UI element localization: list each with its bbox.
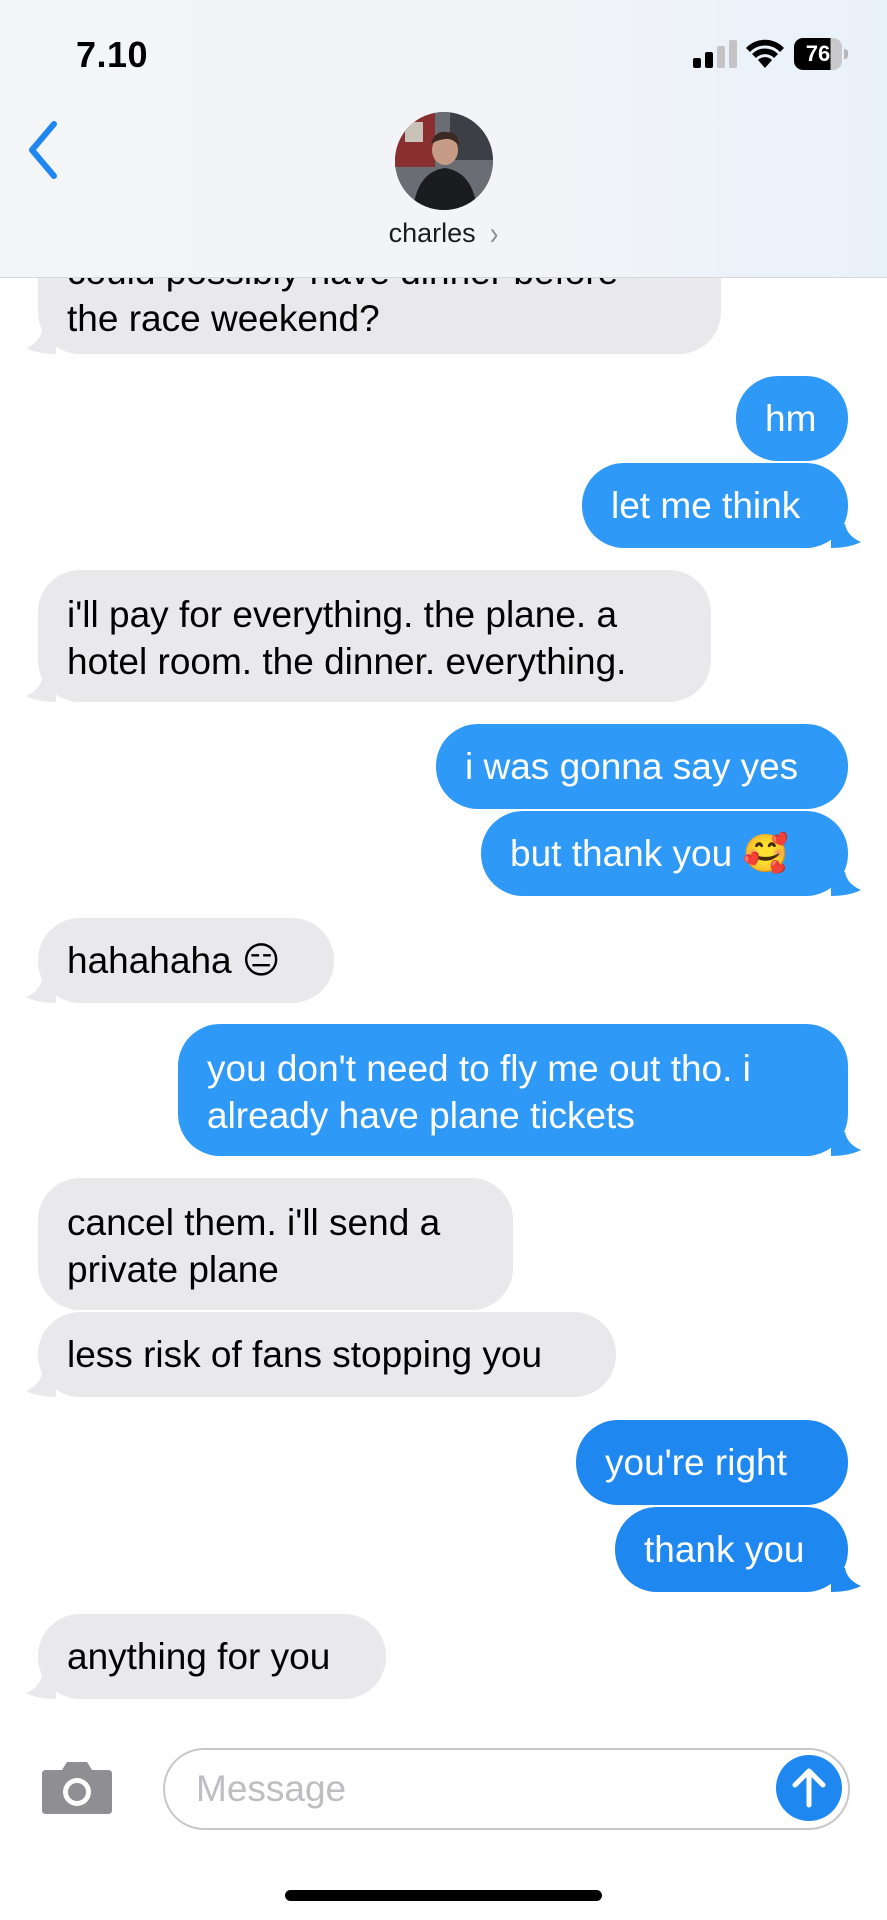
message-bubble-outgoing[interactable]: you're right bbox=[576, 1420, 848, 1505]
message-text: but thank you 🥰 bbox=[510, 833, 789, 874]
bubble-tail bbox=[831, 872, 861, 896]
camera-icon[interactable] bbox=[40, 1758, 114, 1816]
contact-photo bbox=[395, 112, 493, 210]
message-text: i was gonna say yes bbox=[465, 746, 799, 787]
battery-icon: 76 bbox=[794, 38, 848, 70]
message-text: you don't need to fly me out tho. i bbox=[207, 1048, 751, 1089]
message-placeholder: Message bbox=[196, 1768, 347, 1809]
message-bubble-incoming[interactable]: less risk of fans stopping you bbox=[38, 1312, 616, 1397]
contact-name: charles bbox=[388, 218, 476, 248]
status-time: 7.10 bbox=[76, 34, 149, 75]
message-input[interactable]: Message bbox=[163, 1748, 850, 1830]
message-bubble-outgoing[interactable]: you don't need to fly me out tho. i alre… bbox=[178, 1024, 848, 1156]
message-text: already have plane tickets bbox=[207, 1095, 635, 1136]
message-text: hm bbox=[765, 398, 817, 439]
navigation-header: 7.10 76 charles › bbox=[0, 0, 887, 278]
chevron-right-icon: › bbox=[489, 214, 499, 252]
message-text: let me think bbox=[611, 485, 801, 526]
message-bubble-outgoing[interactable]: hm bbox=[736, 376, 848, 461]
wifi-icon bbox=[746, 39, 784, 68]
message-bubble-outgoing[interactable]: but thank you 🥰 bbox=[481, 811, 848, 896]
message-bubble-outgoing[interactable]: thank you bbox=[615, 1507, 848, 1592]
home-indicator[interactable] bbox=[285, 1890, 602, 1901]
message-bubble-outgoing[interactable]: i was gonna say yes bbox=[436, 724, 848, 809]
bubble-tail bbox=[831, 524, 861, 548]
bubble-tail bbox=[26, 979, 56, 1003]
send-button[interactable] bbox=[776, 1755, 842, 1821]
chevron-left-icon[interactable] bbox=[24, 118, 64, 182]
bubble-tail bbox=[831, 1568, 861, 1592]
message-text: thank you bbox=[644, 1529, 805, 1570]
message-bubble-incoming[interactable]: i'll pay for everything. the plane. a ho… bbox=[38, 570, 711, 702]
cellular-signal-icon bbox=[693, 40, 737, 68]
bubble-tail bbox=[26, 1675, 56, 1699]
bubble-tail bbox=[831, 1132, 861, 1156]
message-text: hotel room. the dinner. everything. bbox=[67, 641, 627, 682]
message-bubble-incoming[interactable]: anything for you bbox=[38, 1614, 386, 1699]
message-text: hahahaha 😑 bbox=[67, 940, 281, 981]
message-bubble-incoming[interactable]: hahahaha 😑 bbox=[38, 918, 334, 1003]
battery-percent: 76 bbox=[805, 41, 831, 66]
bubble-tail bbox=[26, 678, 56, 702]
arrow-up-icon bbox=[792, 1768, 826, 1808]
message-text: cancel them. i'll send a bbox=[67, 1202, 441, 1243]
conversation[interactable]: could possibly have dinner before the ra… bbox=[0, 0, 887, 1920]
message-text: less risk of fans stopping you bbox=[67, 1334, 543, 1375]
bubble-tail bbox=[26, 1373, 56, 1397]
avatar[interactable] bbox=[395, 112, 493, 210]
message-text: i'll pay for everything. the plane. a bbox=[67, 594, 618, 635]
contact-name-button[interactable]: charles › bbox=[0, 214, 887, 252]
message-text: anything for you bbox=[67, 1636, 331, 1677]
message-text: private plane bbox=[67, 1249, 279, 1290]
message-bubble-outgoing[interactable]: let me think bbox=[582, 463, 848, 548]
bubble-tail bbox=[26, 330, 56, 354]
message-bubble-incoming[interactable]: cancel them. i'll send a private plane bbox=[38, 1178, 513, 1310]
message-text: the race weekend? bbox=[67, 298, 380, 339]
message-text: you're right bbox=[605, 1442, 787, 1483]
